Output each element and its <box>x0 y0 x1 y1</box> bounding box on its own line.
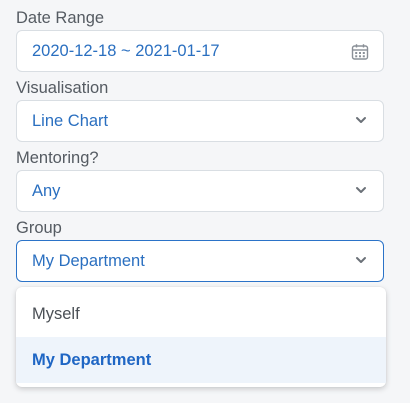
group-value: My Department <box>32 252 145 270</box>
visualisation-select[interactable]: Line Chart <box>16 100 384 142</box>
mentoring-select[interactable]: Any <box>16 170 384 212</box>
group-dropdown-menu: Myself My Department <box>16 287 386 387</box>
chevron-down-icon <box>356 257 366 263</box>
calendar-icon <box>351 44 369 60</box>
group-select[interactable]: My Department <box>16 240 384 282</box>
group-option-my-department[interactable]: My Department <box>16 337 386 383</box>
chevron-down-icon <box>356 187 366 193</box>
date-range-value: 2020-12-18 ~ 2021-01-17 <box>32 42 220 60</box>
visualisation-value: Line Chart <box>32 112 109 130</box>
mentoring-value: Any <box>32 182 61 200</box>
group-label: Group <box>16 219 62 237</box>
chevron-down-icon <box>356 117 366 123</box>
group-option-myself[interactable]: Myself <box>16 291 386 337</box>
date-range-picker[interactable]: 2020-12-18 ~ 2021-01-17 <box>16 30 384 72</box>
date-range-label: Date Range <box>16 9 105 27</box>
filter-panel: Date Range 2020-12-18 ~ 2021-01-17 Visua… <box>0 0 410 403</box>
mentoring-label: Mentoring? <box>16 149 99 167</box>
visualisation-label: Visualisation <box>16 79 109 97</box>
